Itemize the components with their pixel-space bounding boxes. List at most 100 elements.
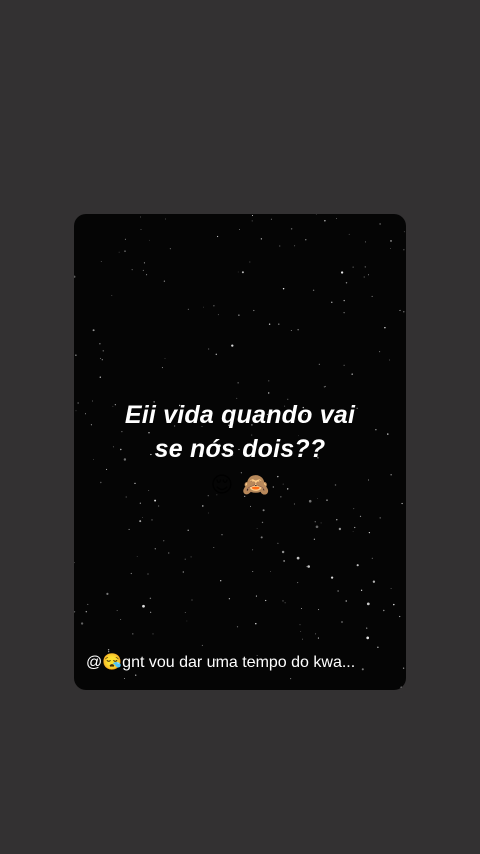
star <box>256 528 258 529</box>
star <box>111 295 113 297</box>
star <box>262 509 265 512</box>
star <box>403 311 405 313</box>
star <box>146 274 148 276</box>
star <box>343 312 345 314</box>
star <box>320 522 322 524</box>
star <box>201 644 203 646</box>
star <box>366 636 370 640</box>
star <box>128 528 130 530</box>
star <box>372 580 376 583</box>
star <box>132 633 134 635</box>
star <box>187 529 189 532</box>
star <box>252 570 254 573</box>
star <box>296 556 300 560</box>
star <box>399 615 401 618</box>
star <box>323 386 326 388</box>
star <box>345 600 347 602</box>
star <box>120 619 122 620</box>
star <box>282 600 284 602</box>
star <box>308 499 312 503</box>
star <box>330 576 334 579</box>
star <box>354 526 356 529</box>
star <box>253 309 255 312</box>
star <box>351 373 353 375</box>
star <box>85 611 87 613</box>
story-card[interactable]: Eii vida quando vai se nós dois?? 😌 🙈 @😪… <box>74 214 406 690</box>
star <box>237 382 239 384</box>
star <box>379 223 381 225</box>
star <box>164 358 166 359</box>
star <box>249 261 251 263</box>
star <box>297 582 299 584</box>
star <box>390 248 392 250</box>
star <box>268 380 270 382</box>
star <box>314 521 316 523</box>
star <box>99 357 101 359</box>
star <box>260 238 263 240</box>
star <box>364 241 366 243</box>
star <box>277 542 279 545</box>
star <box>302 638 303 640</box>
mention-link[interactable]: @😪gnt vou dar uma tempo do kwa... <box>86 652 398 674</box>
emoji-row: 😌 🙈 <box>74 472 406 500</box>
star <box>168 552 170 554</box>
star <box>278 323 280 325</box>
star <box>241 271 244 274</box>
star <box>118 251 120 253</box>
star <box>236 626 239 628</box>
star <box>279 245 281 247</box>
star <box>75 354 77 356</box>
star <box>290 329 292 331</box>
star <box>331 301 333 303</box>
star <box>228 598 231 600</box>
star <box>305 239 307 241</box>
star <box>307 565 311 568</box>
star <box>290 678 292 680</box>
star <box>158 505 160 507</box>
star <box>107 649 110 651</box>
star <box>343 364 345 366</box>
star <box>402 667 405 669</box>
star <box>313 538 316 540</box>
star <box>169 248 171 250</box>
star <box>207 512 209 514</box>
star <box>260 536 263 539</box>
star <box>184 558 186 560</box>
star <box>293 503 295 505</box>
star <box>74 611 76 613</box>
star <box>87 603 89 605</box>
star <box>252 549 254 551</box>
star <box>341 621 343 623</box>
star <box>203 306 204 308</box>
star <box>312 289 315 292</box>
star <box>74 562 75 564</box>
star <box>403 249 405 251</box>
star <box>336 218 337 219</box>
star <box>101 359 103 361</box>
star <box>400 686 402 688</box>
star <box>315 525 319 529</box>
star <box>184 612 186 613</box>
star <box>261 521 264 524</box>
star <box>147 573 149 575</box>
star <box>377 646 379 648</box>
star <box>338 527 342 531</box>
star <box>131 269 133 271</box>
star <box>301 608 302 609</box>
star <box>163 540 165 542</box>
star <box>363 276 365 278</box>
star <box>337 590 339 592</box>
star <box>399 309 401 311</box>
star <box>238 314 240 316</box>
star <box>140 216 142 218</box>
star <box>102 350 104 352</box>
star <box>106 468 108 470</box>
star <box>123 677 126 680</box>
star <box>186 620 188 622</box>
star <box>389 359 391 361</box>
star <box>371 295 373 297</box>
star <box>130 572 132 575</box>
star <box>306 566 308 568</box>
star <box>366 602 370 606</box>
star <box>366 627 368 629</box>
